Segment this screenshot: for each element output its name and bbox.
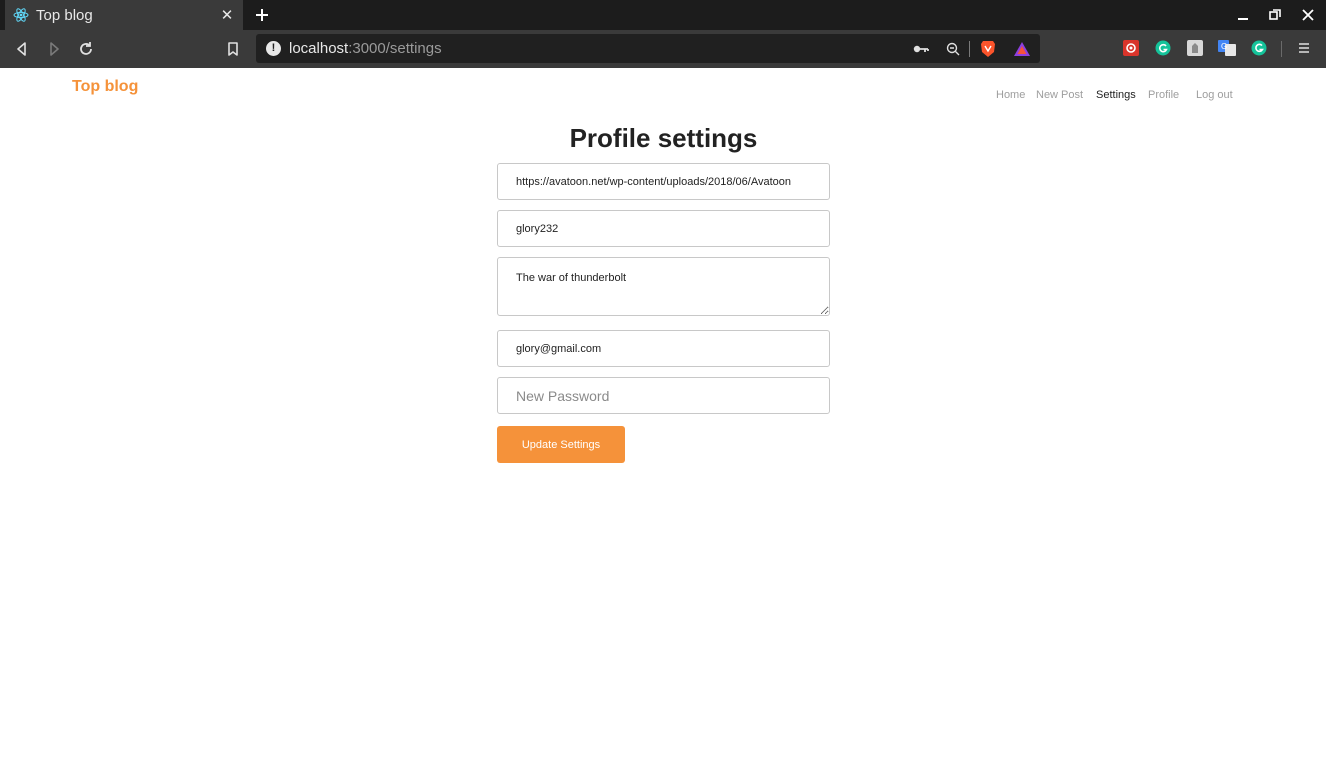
- extension-icon-gray[interactable]: [1186, 39, 1204, 57]
- tab-title: Top blog: [36, 6, 93, 24]
- url-text: localhost:3000/settings: [289, 40, 442, 57]
- new-tab-icon[interactable]: [252, 5, 272, 25]
- nav-profile[interactable]: Profile: [1148, 89, 1179, 101]
- key-icon[interactable]: [911, 39, 931, 59]
- url-host: localhost: [289, 40, 349, 57]
- extension-separator: [1281, 41, 1282, 57]
- minimize-icon[interactable]: [1233, 5, 1253, 25]
- username-input[interactable]: [497, 210, 830, 247]
- address-bar[interactable]: ! localhost:3000/settings: [256, 34, 1040, 63]
- menu-icon[interactable]: [1295, 39, 1313, 57]
- email-input[interactable]: [497, 330, 830, 367]
- close-window-icon[interactable]: [1298, 5, 1318, 25]
- browser-tab[interactable]: Top blog ✕: [5, 0, 243, 30]
- google-translate-icon[interactable]: G: [1218, 39, 1236, 57]
- grammarly-icon[interactable]: [1250, 39, 1268, 57]
- update-settings-button[interactable]: Update Settings: [497, 426, 625, 463]
- nav-home[interactable]: Home: [996, 89, 1025, 101]
- forward-icon[interactable]: [44, 39, 64, 59]
- url-path: :3000/settings: [348, 40, 442, 57]
- react-icon: [13, 7, 29, 23]
- site-info-icon[interactable]: !: [266, 41, 281, 56]
- nav-new-post[interactable]: New Post: [1036, 89, 1083, 101]
- site-brand[interactable]: Top blog: [72, 78, 138, 96]
- profile-image-url-input[interactable]: [497, 163, 830, 200]
- page-title: Profile settings: [569, 123, 758, 153]
- nav-settings[interactable]: Settings: [1096, 89, 1136, 101]
- zoom-out-icon[interactable]: [943, 39, 963, 59]
- url-separator: [969, 41, 970, 57]
- bio-textarea[interactable]: The war of thunderbolt: [497, 257, 830, 316]
- restore-icon[interactable]: [1265, 5, 1285, 25]
- browser-toolbar: ! localhost:3000/settings G: [0, 30, 1326, 68]
- close-tab-icon[interactable]: ✕: [217, 5, 237, 25]
- browser-tab-bar: Top blog ✕: [0, 0, 1326, 30]
- grammarly-go-icon[interactable]: [1154, 39, 1172, 57]
- brave-shield-icon[interactable]: [978, 39, 998, 59]
- nav-logout[interactable]: Log out: [1196, 89, 1233, 101]
- back-icon[interactable]: [12, 39, 32, 59]
- reload-icon[interactable]: [76, 39, 96, 59]
- bookmark-icon[interactable]: [223, 39, 243, 59]
- new-password-input[interactable]: [497, 377, 830, 414]
- brave-rewards-icon[interactable]: [1012, 39, 1032, 59]
- svg-text:G: G: [1221, 42, 1227, 51]
- extension-icon-red[interactable]: [1122, 39, 1140, 57]
